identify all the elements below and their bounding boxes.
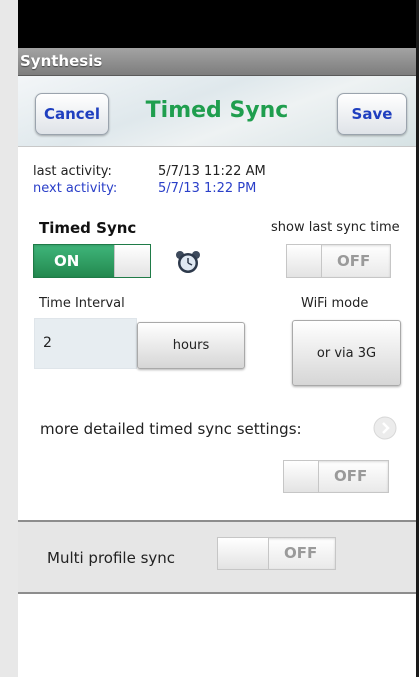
detailed-settings-label: more detailed timed sync settings:: [40, 420, 302, 438]
show-last-sync-label: show last sync time: [271, 220, 400, 235]
time-interval-value: 2: [43, 335, 52, 351]
save-button[interactable]: Save: [337, 93, 407, 135]
toggle-thumb: [284, 461, 319, 492]
timed-sync-label: Timed Sync: [39, 219, 137, 237]
timed-sync-toggle-text: ON: [54, 252, 80, 270]
app-frame: Synthesis Cancel Timed Sync Save last ac…: [18, 0, 416, 677]
next-activity-value: 5/7/13 1:22 PM: [158, 181, 257, 196]
show-last-sync-toggle-text: OFF: [337, 252, 371, 270]
time-interval-input[interactable]: 2: [34, 318, 137, 369]
detailed-settings-toggle[interactable]: OFF: [283, 460, 389, 493]
show-last-sync-toggle[interactable]: OFF: [286, 244, 391, 278]
last-activity-label: last activity:: [33, 164, 112, 179]
multi-profile-section: Multi profile sync OFF: [18, 520, 416, 594]
app-title: Synthesis: [20, 52, 103, 70]
last-activity-value: 5/7/13 11:22 AM: [158, 164, 266, 179]
app-title-bar: Synthesis: [18, 48, 416, 76]
status-bar: [18, 0, 416, 48]
multi-profile-toggle[interactable]: OFF: [217, 537, 336, 570]
wifi-mode-label: WiFi mode: [301, 296, 369, 311]
time-interval-label: Time Interval: [39, 296, 125, 311]
toggle-thumb: [114, 245, 150, 277]
detailed-settings-toggle-text: OFF: [334, 467, 368, 485]
timed-sync-toggle[interactable]: ON: [33, 244, 151, 278]
alarm-clock-icon[interactable]: [175, 250, 201, 278]
toggle-thumb: [218, 538, 269, 569]
header-bar: Cancel Timed Sync Save: [18, 76, 416, 147]
wifi-mode-button[interactable]: or via 3G: [292, 320, 401, 386]
toggle-thumb: [287, 245, 322, 277]
multi-profile-label: Multi profile sync: [47, 549, 176, 567]
multi-profile-toggle-text: OFF: [284, 544, 318, 562]
interval-unit-button[interactable]: hours: [137, 322, 245, 369]
chevron-right-circle-icon[interactable]: [373, 416, 397, 444]
next-activity-label: next activity:: [33, 181, 118, 196]
